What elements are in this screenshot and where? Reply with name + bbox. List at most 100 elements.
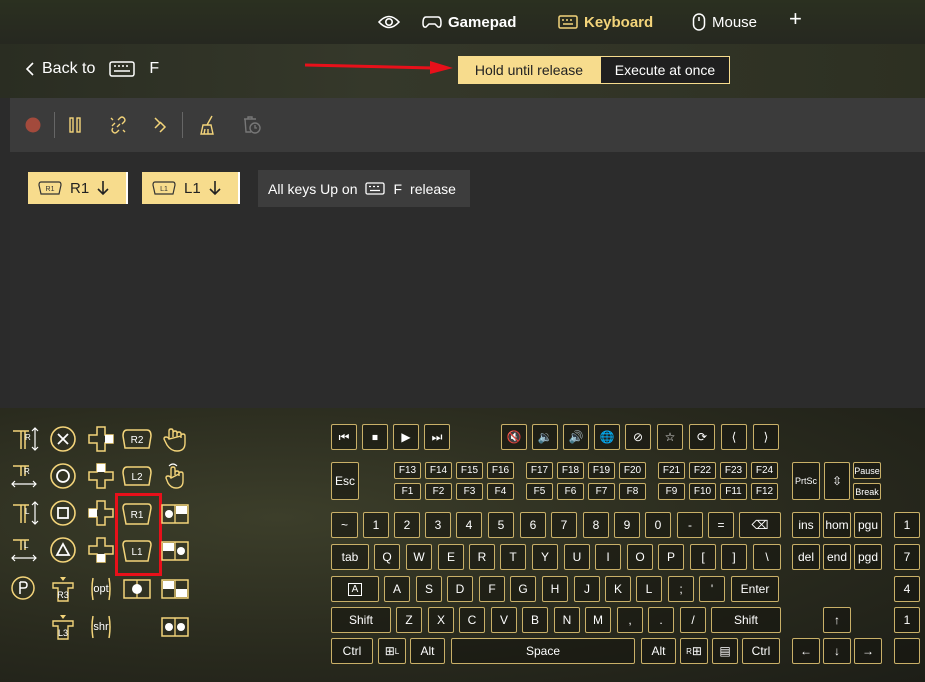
period-key[interactable]: . — [648, 607, 674, 633]
r2-trigger-icon[interactable]: R2 — [122, 424, 152, 454]
touchpad-click-icon[interactable] — [122, 574, 152, 604]
touchpad-split-icon[interactable] — [160, 574, 190, 604]
key-v[interactable]: V — [491, 607, 517, 633]
numpad-0-key[interactable] — [894, 638, 920, 664]
f13-key[interactable]: F13 — [394, 462, 421, 479]
pause-key[interactable]: Pause — [853, 462, 881, 479]
dpad-up-icon[interactable] — [86, 461, 116, 491]
key-y[interactable]: Y — [532, 544, 558, 570]
numlock-key[interactable]: 1 — [894, 512, 920, 538]
key-w[interactable]: W — [406, 544, 432, 570]
semicolon-key[interactable]: ; — [668, 576, 694, 602]
key-k[interactable]: K — [605, 576, 631, 602]
key-1[interactable]: 1 — [363, 512, 389, 538]
right-alt-key[interactable]: Alt — [641, 638, 676, 664]
f4-key[interactable]: F4 — [487, 483, 514, 500]
arrow-right-key[interactable]: → — [854, 638, 882, 664]
home-key[interactable]: hom — [823, 512, 851, 538]
cross-button-icon[interactable] — [48, 424, 78, 454]
dpad-down-icon[interactable] — [86, 535, 116, 565]
f23-key[interactable]: F23 — [720, 462, 747, 479]
key-6[interactable]: 6 — [520, 512, 546, 538]
key-a[interactable]: A — [384, 576, 410, 602]
arrow-up-key[interactable]: ↑ — [823, 607, 851, 633]
key-5[interactable]: 5 — [488, 512, 514, 538]
key-h[interactable]: H — [542, 576, 568, 602]
f19-key[interactable]: F19 — [588, 462, 615, 479]
delete-timer-button[interactable] — [240, 114, 262, 136]
f20-key[interactable]: F20 — [619, 462, 646, 479]
sequence-step-l1-down[interactable]: L1 L1 — [142, 172, 240, 204]
release-step[interactable]: All keys Up on F release — [258, 170, 470, 207]
key-3[interactable]: 3 — [425, 512, 451, 538]
comma-key[interactable]: , — [617, 607, 643, 633]
left-shift-key[interactable]: Shift — [331, 607, 391, 633]
key-p[interactable]: P — [658, 544, 684, 570]
page-up-key[interactable]: pgu — [854, 512, 882, 538]
l1-bumper-icon[interactable]: L1 — [122, 536, 152, 566]
key-x[interactable]: X — [428, 607, 454, 633]
f16-key[interactable]: F16 — [487, 462, 514, 479]
key-l[interactable]: L — [636, 576, 662, 602]
arrow-down-key[interactable]: ↓ — [823, 638, 851, 664]
key-f[interactable]: F — [479, 576, 505, 602]
mute-key[interactable]: 🔇 — [501, 424, 527, 450]
right-shift-key[interactable]: Shift — [711, 607, 781, 633]
touchpad-right-icon[interactable] — [160, 499, 190, 529]
key-7[interactable]: 7 — [551, 512, 577, 538]
f8-key[interactable]: F8 — [619, 483, 646, 500]
f2-key[interactable]: F2 — [425, 483, 452, 500]
touch-tap-icon[interactable] — [160, 461, 190, 491]
left-windows-key[interactable]: ⊞ L — [378, 638, 406, 664]
prtsc-key[interactable]: PrtSc — [792, 462, 820, 500]
key-e[interactable]: E — [438, 544, 464, 570]
space-key[interactable]: Space — [451, 638, 635, 664]
key-o[interactable]: O — [627, 544, 653, 570]
f21-key[interactable]: F21 — [658, 462, 685, 479]
browser-back-key[interactable]: ⟨ — [721, 424, 747, 450]
tilde-key[interactable]: ~ — [331, 512, 358, 538]
tab-keyboard[interactable]: Keyboard — [558, 10, 653, 34]
key-z[interactable]: Z — [396, 607, 422, 633]
dpad-left-icon[interactable] — [86, 498, 116, 528]
delete-key[interactable]: del — [792, 544, 820, 570]
l3-button-icon[interactable]: L3 — [48, 612, 78, 642]
l2-trigger-icon[interactable]: L2 — [122, 461, 152, 491]
key-m[interactable]: M — [585, 607, 611, 633]
media-play-key[interactable]: ▶ — [393, 424, 419, 450]
f9-key[interactable]: F9 — [658, 483, 685, 500]
f5-key[interactable]: F5 — [526, 483, 553, 500]
hold-until-release-option[interactable]: Hold until release — [458, 56, 600, 84]
f12-key[interactable]: F12 — [751, 483, 778, 500]
share-button-icon[interactable]: shr — [86, 612, 116, 642]
back-button[interactable]: Back to F — [26, 60, 159, 78]
right-windows-key[interactable]: R ⊞ — [680, 638, 708, 664]
triangle-button-icon[interactable] — [48, 535, 78, 565]
tab-mouse[interactable]: Mouse — [692, 10, 757, 34]
key-g[interactable]: G — [510, 576, 536, 602]
add-tab-button[interactable]: + — [789, 6, 802, 31]
options-button-icon[interactable]: opt — [86, 574, 116, 604]
esc-key[interactable]: Esc — [331, 462, 359, 500]
right-stick-vertical-icon[interactable]: R — [10, 424, 40, 454]
right-ctrl-key[interactable]: Ctrl — [742, 638, 780, 664]
scroll-lock-key[interactable]: ⇳ — [824, 462, 850, 500]
enter-key[interactable]: Enter — [731, 576, 779, 602]
key-2[interactable]: 2 — [394, 512, 420, 538]
volume-up-key[interactable]: 🔊 — [563, 424, 589, 450]
touch-hand-icon[interactable] — [160, 424, 190, 454]
minus-key[interactable]: - — [677, 512, 703, 538]
media-prev-key[interactable]: ⏮ — [331, 424, 357, 450]
media-next-key[interactable]: ⏭ — [424, 424, 450, 450]
f6-key[interactable]: F6 — [557, 483, 584, 500]
f17-key[interactable]: F17 — [526, 462, 553, 479]
caps-lock-key[interactable]: A — [331, 576, 379, 602]
left-stick-horizontal-icon[interactable]: L — [10, 535, 40, 565]
left-stick-vertical-icon[interactable]: L — [10, 498, 40, 528]
f10-key[interactable]: F10 — [689, 483, 716, 500]
dpad-right-icon[interactable] — [86, 424, 116, 454]
numpad-1-key[interactable]: 1 — [894, 607, 920, 633]
slash-key[interactable]: / — [680, 607, 706, 633]
page-down-key[interactable]: pgd — [854, 544, 882, 570]
r3-button-icon[interactable]: R3 — [48, 574, 78, 604]
